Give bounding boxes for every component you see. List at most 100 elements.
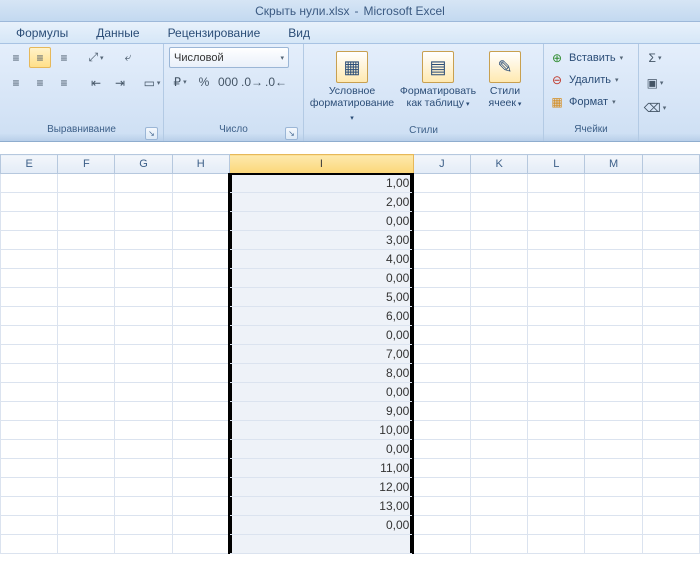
cell[interactable] xyxy=(471,364,528,383)
format-as-table-button[interactable]: ▤ Форматировать как таблицу xyxy=(395,47,481,111)
cell[interactable] xyxy=(585,478,642,497)
cell[interactable] xyxy=(115,516,172,535)
merge-cells-icon[interactable]: ▭ xyxy=(141,72,163,93)
cell[interactable] xyxy=(471,269,528,288)
worksheet[interactable]: E F G H I J K L M 1,002,000,003,004,000,… xyxy=(0,154,700,554)
cell[interactable] xyxy=(528,345,585,364)
cell[interactable]: 12,00 xyxy=(229,478,413,497)
cell[interactable] xyxy=(172,212,229,231)
cell[interactable]: 0,00 xyxy=(229,516,413,535)
cell[interactable] xyxy=(58,535,115,554)
cell[interactable] xyxy=(642,516,699,535)
col-header-K[interactable]: K xyxy=(471,155,528,174)
cell[interactable] xyxy=(528,193,585,212)
cell[interactable] xyxy=(58,402,115,421)
cell[interactable] xyxy=(471,478,528,497)
cell[interactable]: 0,00 xyxy=(229,440,413,459)
col-header-I[interactable]: I xyxy=(229,155,413,174)
cell[interactable] xyxy=(471,231,528,250)
cell[interactable] xyxy=(172,383,229,402)
cell[interactable] xyxy=(1,345,58,364)
cell[interactable] xyxy=(413,231,470,250)
cell[interactable] xyxy=(115,326,172,345)
table-row[interactable]: 0,00 xyxy=(1,516,700,535)
cell[interactable] xyxy=(115,383,172,402)
cell[interactable] xyxy=(58,440,115,459)
cell[interactable]: 1,00 xyxy=(229,174,413,193)
cell[interactable] xyxy=(172,459,229,478)
table-row[interactable]: 7,00 xyxy=(1,345,700,364)
cell[interactable] xyxy=(115,364,172,383)
cell[interactable] xyxy=(528,478,585,497)
cell[interactable] xyxy=(528,326,585,345)
cell[interactable] xyxy=(58,174,115,193)
col-header-F[interactable]: F xyxy=(58,155,115,174)
col-header-M[interactable]: M xyxy=(585,155,642,174)
col-header-blank[interactable] xyxy=(642,155,699,174)
table-row[interactable]: 0,00 xyxy=(1,383,700,402)
cell[interactable] xyxy=(528,307,585,326)
cell[interactable] xyxy=(58,364,115,383)
cell[interactable]: 11,00 xyxy=(229,459,413,478)
cell[interactable] xyxy=(58,516,115,535)
percent-format-icon[interactable]: % xyxy=(193,71,215,92)
cell[interactable] xyxy=(115,345,172,364)
cell[interactable]: 5,00 xyxy=(229,288,413,307)
clear-icon[interactable]: ⌫ xyxy=(644,97,666,118)
cell[interactable] xyxy=(585,383,642,402)
conditional-formatting-button[interactable]: ▦ Условное форматирование xyxy=(309,47,395,125)
cell[interactable] xyxy=(58,497,115,516)
table-row[interactable]: 0,00 xyxy=(1,326,700,345)
cell[interactable] xyxy=(172,364,229,383)
cell[interactable] xyxy=(585,516,642,535)
cell[interactable] xyxy=(172,497,229,516)
cell[interactable] xyxy=(413,459,470,478)
cell[interactable] xyxy=(115,421,172,440)
cell[interactable] xyxy=(528,535,585,554)
cell[interactable] xyxy=(172,478,229,497)
cell[interactable] xyxy=(115,250,172,269)
cell[interactable] xyxy=(172,250,229,269)
cell[interactable] xyxy=(528,516,585,535)
cell-styles-button[interactable]: ✎ Стили ячеек xyxy=(481,47,529,111)
cell[interactable] xyxy=(471,421,528,440)
cell[interactable] xyxy=(471,497,528,516)
wrap-text-icon[interactable]: ⤶ xyxy=(117,47,139,68)
cell[interactable] xyxy=(528,174,585,193)
cell[interactable] xyxy=(585,364,642,383)
cell[interactable] xyxy=(413,535,470,554)
cell[interactable] xyxy=(528,459,585,478)
decrease-indent-icon[interactable]: ⇤ xyxy=(85,72,107,93)
cell[interactable] xyxy=(642,345,699,364)
column-headers[interactable]: E F G H I J K L M xyxy=(1,155,700,174)
cell[interactable]: 6,00 xyxy=(229,307,413,326)
cell[interactable] xyxy=(1,535,58,554)
cell[interactable] xyxy=(642,497,699,516)
cell[interactable] xyxy=(58,250,115,269)
cell[interactable] xyxy=(413,193,470,212)
cell[interactable] xyxy=(115,497,172,516)
cell[interactable] xyxy=(585,212,642,231)
number-launcher-icon[interactable]: ↘ xyxy=(285,127,298,140)
cell[interactable] xyxy=(585,421,642,440)
cell[interactable] xyxy=(1,250,58,269)
align-top-icon[interactable]: ≡ xyxy=(5,47,27,68)
cell[interactable] xyxy=(471,345,528,364)
cell[interactable] xyxy=(1,326,58,345)
cell[interactable] xyxy=(58,212,115,231)
cell[interactable] xyxy=(471,174,528,193)
align-center-icon[interactable]: ≡ xyxy=(29,72,51,93)
cell[interactable] xyxy=(642,174,699,193)
cell[interactable] xyxy=(413,307,470,326)
cell[interactable] xyxy=(58,193,115,212)
tab-formulas[interactable]: Формулы xyxy=(2,23,82,43)
cell[interactable] xyxy=(172,402,229,421)
fill-icon[interactable]: ▣ xyxy=(644,72,666,93)
cell[interactable] xyxy=(1,307,58,326)
tab-review[interactable]: Рецензирование xyxy=(154,23,275,43)
cell[interactable]: 8,00 xyxy=(229,364,413,383)
table-row[interactable]: 11,00 xyxy=(1,459,700,478)
cell[interactable] xyxy=(1,497,58,516)
cell[interactable] xyxy=(528,497,585,516)
alignment-launcher-icon[interactable]: ↘ xyxy=(145,127,158,140)
